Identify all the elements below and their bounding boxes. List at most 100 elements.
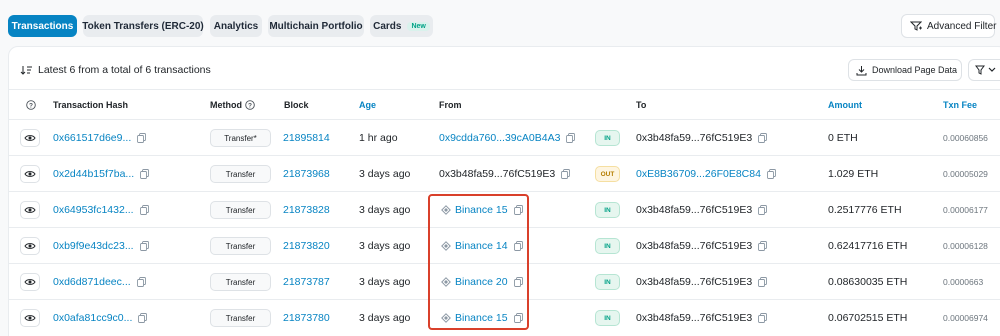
highlight-box: [428, 194, 529, 330]
eye-icon: [24, 314, 36, 322]
block-link[interactable]: 21873820: [283, 228, 330, 264]
tab-analytics[interactable]: Analytics: [210, 15, 262, 37]
eye-icon: [24, 170, 36, 178]
chevron-down-icon: [988, 67, 996, 73]
view-details-button[interactable]: [20, 309, 40, 327]
amount-cell: 1.029 ETH: [828, 168, 879, 180]
amount-cell: 0.2517776 ETH: [828, 204, 902, 216]
method-badge: Transfer*: [210, 129, 271, 147]
direction-badge: IN: [595, 202, 620, 218]
to-address: 0x3b48fa59...76fC519E3: [636, 204, 753, 216]
to-cell: 0xE8B36709...26F0E8C84: [636, 156, 776, 192]
svg-text:?: ?: [29, 102, 33, 109]
copy-icon[interactable]: [139, 205, 149, 215]
tab-token-transfers[interactable]: Token Transfers (ERC-20): [82, 15, 204, 37]
header-age[interactable]: Age: [359, 100, 376, 110]
tab-transactions[interactable]: Transactions: [8, 15, 77, 37]
amount-cell: 0.06702515 ETH: [828, 312, 908, 324]
help-icon[interactable]: ?: [26, 100, 36, 110]
copy-icon[interactable]: [140, 169, 150, 179]
block-link[interactable]: 21873828: [283, 192, 330, 228]
direction-badge: IN: [595, 274, 620, 290]
copy-icon[interactable]: [766, 169, 776, 179]
age-cell: 3 days ago: [359, 312, 411, 324]
copy-icon[interactable]: [138, 313, 148, 323]
from-address: 0x3b48fa59...76fC519E3: [439, 168, 556, 180]
to-address: 0x3b48fa59...76fC519E3: [636, 240, 753, 252]
column-filter-button[interactable]: [968, 59, 1000, 81]
block-link[interactable]: 21873968: [283, 156, 330, 192]
txn-fee-cell: 0.00006974: [943, 313, 988, 323]
method-badge: Transfer: [210, 273, 271, 291]
tab-cards-label: Cards: [373, 20, 402, 32]
table-row: 0x661517d6e9... Transfer* 21895814 1 hr ago…: [9, 120, 1000, 156]
transaction-hash-link[interactable]: 0xb9f9e43dc23...: [53, 240, 134, 252]
from-cell: 0x3b48fa59...76fC519E3: [439, 156, 571, 192]
transaction-hash-link[interactable]: 0x661517d6e9...: [53, 132, 131, 144]
direction-badge: OUT: [595, 166, 620, 182]
method-badge: Transfer: [210, 309, 271, 327]
block-link[interactable]: 21873780: [283, 300, 330, 336]
copy-icon[interactable]: [566, 133, 576, 143]
method-badge: Transfer: [210, 201, 271, 219]
header-to: To: [636, 100, 647, 110]
copy-icon[interactable]: [758, 205, 768, 215]
txn-fee-cell: 0.00005029: [943, 169, 988, 179]
header-from: From: [439, 100, 462, 110]
header-amount[interactable]: Amount: [828, 100, 862, 110]
copy-icon[interactable]: [136, 277, 146, 287]
view-details-button[interactable]: [20, 273, 40, 291]
transaction-hash-link[interactable]: 0x0afa81cc9c0...: [53, 312, 132, 324]
block-link[interactable]: 21895814: [283, 120, 330, 156]
new-badge: New: [407, 21, 430, 31]
direction-badge: IN: [595, 130, 620, 146]
transaction-hash-link[interactable]: 0x2d44b15f7ba...: [53, 168, 134, 180]
to-cell: 0x3b48fa59...76fC519E3: [636, 192, 768, 228]
header-txn-fee[interactable]: Txn Fee: [943, 100, 977, 110]
download-label: Download Page Data: [872, 65, 958, 75]
eye-icon: [24, 206, 36, 214]
advanced-filter-label: Advanced Filter: [927, 20, 997, 32]
header-block: Block: [284, 100, 309, 110]
copy-icon[interactable]: [758, 133, 768, 143]
filter-icon: [975, 65, 985, 75]
advanced-filter-button[interactable]: Advanced Filter: [901, 14, 997, 38]
txn-fee-cell: 0.00006177: [943, 205, 988, 215]
copy-icon[interactable]: [758, 241, 768, 251]
amount-cell: 0.08630035 ETH: [828, 276, 908, 288]
txn-fee-cell: 0.0000663: [943, 277, 984, 287]
amount-cell: 0 ETH: [828, 132, 858, 144]
transaction-hash-link[interactable]: 0x64953fc1432...: [53, 204, 134, 216]
view-details-button[interactable]: [20, 201, 40, 219]
view-details-button[interactable]: [20, 129, 40, 147]
transaction-hash-cell: 0x64953fc1432...: [53, 192, 149, 228]
to-address[interactable]: 0xE8B36709...26F0E8C84: [636, 168, 761, 180]
view-details-button[interactable]: [20, 165, 40, 183]
download-page-data-button[interactable]: Download Page Data: [848, 59, 962, 81]
copy-icon[interactable]: [758, 277, 768, 287]
info-icon[interactable]: ?: [245, 100, 255, 110]
transaction-hash-link[interactable]: 0xd6d871deec...: [53, 276, 131, 288]
to-address: 0x3b48fa59...76fC519E3: [636, 132, 753, 144]
copy-icon[interactable]: [561, 169, 571, 179]
header-method: Method ?: [210, 100, 255, 110]
copy-icon[interactable]: [758, 313, 768, 323]
block-link[interactable]: 21873787: [283, 264, 330, 300]
to-cell: 0x3b48fa59...76fC519E3: [636, 228, 768, 264]
copy-icon[interactable]: [137, 133, 147, 143]
age-cell: 3 days ago: [359, 204, 411, 216]
summary: Latest 6 from a total of 6 transactions: [20, 64, 211, 76]
header-transaction-hash: Transaction Hash: [53, 100, 129, 110]
from-address[interactable]: 0x9cdda760...39cA0B4A3: [439, 132, 560, 144]
tab-cards[interactable]: Cards New: [370, 15, 433, 37]
age-cell: 3 days ago: [359, 240, 411, 252]
copy-icon[interactable]: [139, 241, 149, 251]
to-address: 0x3b48fa59...76fC519E3: [636, 276, 753, 288]
tab-multichain-portfolio[interactable]: Multichain Portfolio: [268, 15, 364, 37]
to-cell: 0x3b48fa59...76fC519E3: [636, 300, 768, 336]
eye-icon: [24, 242, 36, 250]
to-cell: 0x3b48fa59...76fC519E3: [636, 264, 768, 300]
view-details-button[interactable]: [20, 237, 40, 255]
age-cell: 3 days ago: [359, 276, 411, 288]
transaction-hash-cell: 0xd6d871deec...: [53, 264, 146, 300]
